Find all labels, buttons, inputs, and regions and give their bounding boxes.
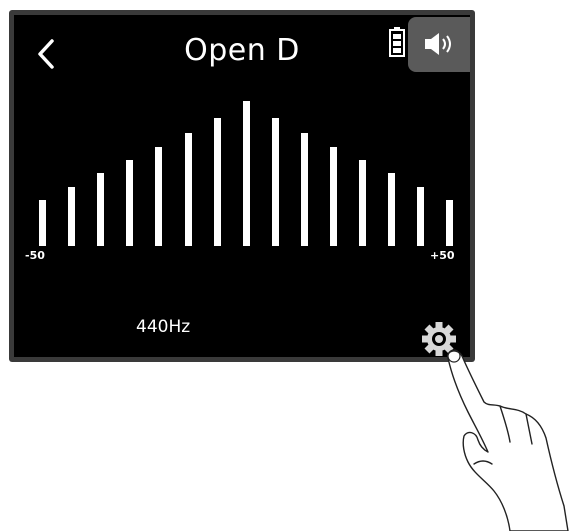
meter-bar <box>272 118 279 246</box>
tuner-screen: Open D -50 +50 440Hz <box>14 15 470 357</box>
meter-bar <box>243 101 250 246</box>
tuning-meter <box>14 15 470 357</box>
meter-bar <box>68 187 75 246</box>
meter-bar <box>97 173 104 246</box>
scale-min-label: -50 <box>25 249 45 262</box>
meter-bar <box>126 160 133 246</box>
pointing-hand-icon <box>447 349 569 531</box>
reference-frequency[interactable]: 440Hz <box>136 317 190 337</box>
meter-bar <box>39 200 46 246</box>
device-frame: Open D -50 +50 440Hz <box>9 10 475 362</box>
meter-bar <box>185 133 192 246</box>
meter-bar <box>417 187 424 246</box>
meter-bar <box>330 147 337 246</box>
meter-bar <box>446 200 453 246</box>
meter-bar <box>155 147 162 246</box>
meter-bar <box>359 160 366 246</box>
meter-bar <box>301 133 308 246</box>
meter-bar <box>214 118 221 246</box>
scale-max-label: +50 <box>430 249 455 262</box>
meter-bar <box>388 173 395 246</box>
